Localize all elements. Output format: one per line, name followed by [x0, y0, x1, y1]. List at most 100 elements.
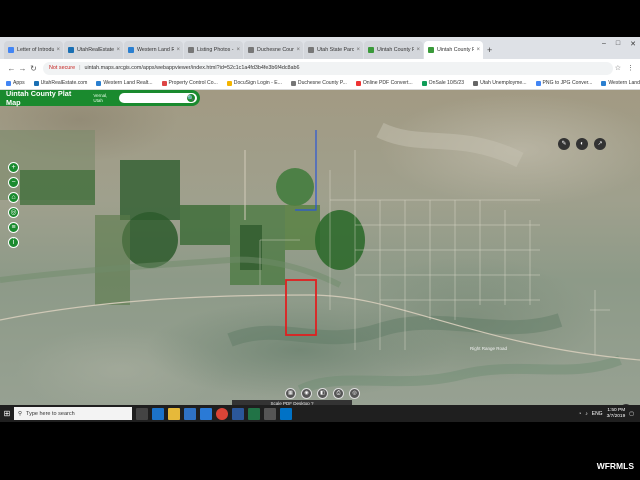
- tab-close-icon[interactable]: ×: [476, 47, 480, 53]
- aerial-imagery: Right Range Road: [0, 122, 640, 395]
- word-icon[interactable]: [232, 407, 244, 420]
- browser-tab[interactable]: Letter of Introduction - goo×: [4, 41, 63, 59]
- tab-title: Utah State Parcels: [317, 47, 355, 53]
- search-location-label: Vernal, Utah: [93, 93, 108, 103]
- map-bottom-tools: ▦ ◉ ◧ ⎙ ◎: [285, 388, 360, 399]
- locate-button[interactable]: ◎: [8, 207, 19, 218]
- bookmark-label: DocuSign Login - E...: [233, 80, 282, 86]
- tab-close-icon[interactable]: ×: [296, 47, 300, 53]
- network-icon[interactable]: ◔: [578, 411, 581, 417]
- info-button[interactable]: i: [8, 237, 19, 248]
- volume-icon[interactable]: ♪: [585, 411, 588, 417]
- tab-strip: Letter of Introduction - goo×UtahRealEst…: [0, 37, 640, 59]
- bookmark-item[interactable]: OnSale 10/5/23: [421, 80, 464, 86]
- close-window-icon[interactable]: ✕: [630, 40, 636, 48]
- tab-title: UtahRealEstate.com | WFR: [77, 47, 115, 53]
- url-input[interactable]: Not secure | uintah.maps.arcgis.com/apps…: [43, 61, 613, 75]
- taskbar-search-input[interactable]: ⚲ Type here to search: [14, 407, 132, 420]
- windows-taskbar: ⊞ ⚲ Type here to search ◔ ♪ ENG 1:50 PM …: [0, 405, 640, 422]
- home-button[interactable]: ⌂: [8, 192, 19, 203]
- bookmark-label: Duchesne County P...: [297, 80, 347, 86]
- layers-button[interactable]: ≡: [8, 222, 19, 233]
- bookmark-item[interactable]: Apps: [6, 80, 25, 86]
- notifications-icon[interactable]: ▢: [629, 411, 634, 417]
- basemap-button[interactable]: ▦: [285, 388, 296, 399]
- bookmark-item[interactable]: Duchesne County P...: [290, 80, 347, 86]
- tab-close-icon[interactable]: ×: [356, 47, 360, 53]
- tab-close-icon[interactable]: ×: [236, 47, 240, 53]
- file-explorer-icon[interactable]: [168, 407, 180, 420]
- star-icon[interactable]: ☆: [615, 64, 621, 72]
- tab-favicon-icon: [68, 47, 74, 53]
- tab-title: Western Land Realty, Inc. A: [137, 47, 175, 53]
- bookmark-item[interactable]: Western Land Realt...: [601, 80, 640, 86]
- task-view-icon[interactable]: [136, 407, 148, 420]
- system-tray: ◔ ♪ ENG 1:50 PM 3/7/2019 ▢: [578, 408, 640, 420]
- browser-tab[interactable]: Western Land Realty, Inc. A×: [124, 41, 183, 59]
- map-navigation-tools: + − ⌂ ◎ ≡ i: [8, 162, 19, 248]
- tab-favicon-icon: [248, 47, 254, 53]
- mail-icon[interactable]: [200, 407, 212, 420]
- browser-tab[interactable]: Duchesne County Parcel M×: [244, 41, 303, 59]
- search-panel: Vernal, Utah 🔍: [89, 90, 200, 106]
- url-separator: |: [79, 65, 81, 71]
- new-tab-button[interactable]: +: [487, 45, 492, 55]
- bookmark-favicon-icon: [161, 80, 167, 86]
- tab-title: Duchesne County Parcel M: [257, 47, 295, 53]
- browser-tab[interactable]: Utah State Parcels×: [304, 41, 363, 59]
- minimize-icon[interactable]: –: [602, 40, 606, 48]
- windows-start-icon[interactable]: ⊞: [0, 409, 14, 418]
- chrome-icon[interactable]: [216, 407, 228, 420]
- tab-favicon-icon: [188, 47, 194, 53]
- zoom-in-button[interactable]: +: [8, 162, 19, 173]
- draw-button[interactable]: ↗: [594, 138, 606, 150]
- menu-icon[interactable]: ⋮: [627, 64, 634, 72]
- tab-close-icon[interactable]: ×: [416, 47, 420, 53]
- measure-button[interactable]: ◐: [576, 138, 588, 150]
- zoom-out-button[interactable]: −: [8, 177, 19, 188]
- store-icon[interactable]: [184, 407, 196, 420]
- browser-tab[interactable]: UtahRealEstate.com | WFR×: [64, 41, 123, 59]
- forward-icon[interactable]: →: [17, 64, 28, 73]
- search-icon[interactable]: 🔍: [186, 93, 196, 103]
- bookmark-favicon-icon: [33, 80, 39, 86]
- bookmark-favicon-icon: [535, 80, 541, 86]
- app-header: Uintah County Plat Map Vernal, Utah 🔍: [0, 89, 200, 107]
- bookmark-item[interactable]: Online PDF Convert...: [355, 80, 413, 86]
- back-icon[interactable]: ←: [6, 64, 17, 73]
- bookmark-item[interactable]: PNG to JPG Conver...: [535, 80, 593, 86]
- bookmark-item[interactable]: Western Land Realt...: [96, 80, 153, 86]
- tab-close-icon[interactable]: ×: [176, 47, 180, 53]
- edit-button[interactable]: ✎: [558, 138, 570, 150]
- not-secure-label[interactable]: Not secure: [49, 65, 75, 71]
- browser-tab[interactable]: Uintah County Plat map×: [364, 41, 423, 59]
- excel-icon[interactable]: [248, 407, 260, 420]
- calculator-icon[interactable]: [264, 407, 276, 420]
- bookmark-item[interactable]: Property Control Co...: [161, 80, 218, 86]
- clock[interactable]: 1:50 PM 3/7/2019: [607, 408, 626, 420]
- bookmark-favicon-icon: [96, 80, 102, 86]
- maximize-icon[interactable]: □: [616, 40, 620, 48]
- tab-close-icon[interactable]: ×: [116, 47, 120, 53]
- layer-list-button[interactable]: ◉: [301, 388, 312, 399]
- bookmark-item[interactable]: DocuSign Login - E...: [226, 80, 282, 86]
- clock-date: 3/7/2019: [606, 413, 626, 419]
- browser-tab[interactable]: Uintah County Plat Map×: [424, 41, 483, 59]
- bookmark-item[interactable]: UtahRealEstate.com: [33, 80, 87, 86]
- url-text[interactable]: uintah.maps.arcgis.com/apps/webappviewer…: [84, 65, 299, 71]
- legend-button[interactable]: ◧: [317, 388, 328, 399]
- browser-window: Letter of Introduction - goo×UtahRealEst…: [0, 37, 640, 422]
- bookmark-label: PNG to JPG Conver...: [542, 80, 593, 86]
- print-button[interactable]: ⎙: [333, 388, 344, 399]
- tab-favicon-icon: [308, 47, 314, 53]
- language-indicator[interactable]: ENG: [592, 411, 603, 417]
- tab-close-icon[interactable]: ×: [56, 47, 60, 53]
- overview-button[interactable]: ◎: [349, 388, 360, 399]
- bookmark-item[interactable]: Utah Unemployme...: [473, 80, 527, 86]
- browser-tab[interactable]: Listing Photos - 6626752 -×: [184, 41, 243, 59]
- edge-icon[interactable]: [152, 407, 164, 420]
- map-view[interactable]: Right Range Road: [0, 90, 640, 406]
- reload-icon[interactable]: ↻: [28, 64, 39, 73]
- bookmark-label: Apps: [13, 80, 25, 86]
- outlook-icon[interactable]: [280, 407, 292, 420]
